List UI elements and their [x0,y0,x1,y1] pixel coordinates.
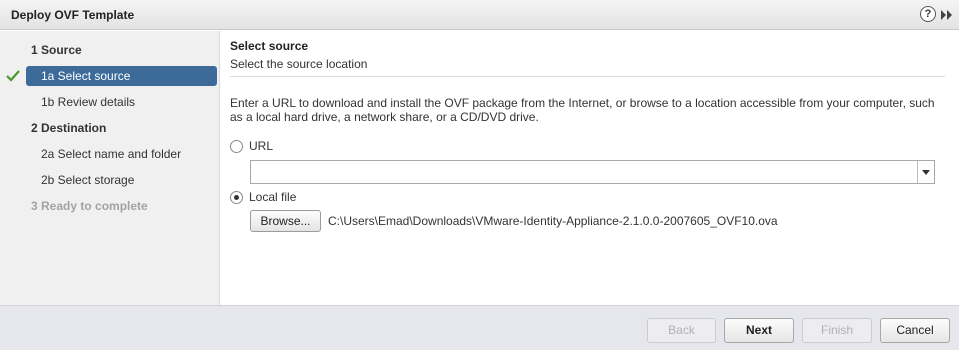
footer-bar: Back Next Finish Cancel [0,305,959,350]
browse-button[interactable]: Browse... [250,210,321,232]
step-label: 1 Source [31,43,82,57]
step-select-storage[interactable]: 2b Select storage [0,170,220,190]
page-title: Select source [230,39,309,53]
page-subtitle: Select the source location [230,57,368,71]
finish-button[interactable]: Finish [802,318,872,343]
step-select-source[interactable]: 1a Select source [0,66,220,86]
step-label: 2 Destination [31,121,107,135]
step-label: 2b Select storage [41,173,135,187]
step-ready-to-complete: 3 Ready to complete [0,196,220,216]
cancel-button[interactable]: Cancel [880,318,950,343]
window-title: Deploy OVF Template [11,8,135,22]
help-icon[interactable]: ? [920,6,936,22]
wizard-steps-sidebar: 1 Source 1a Select source 1b Review deta… [0,31,220,305]
step-label: 2a Select name and folder [41,147,182,161]
step-review-details[interactable]: 1b Review details [0,92,220,112]
url-combobox[interactable] [250,160,935,184]
divider [230,76,945,77]
back-button[interactable]: Back [647,318,716,343]
step-label: 1b Review details [41,95,136,109]
selected-file-path: C:\Users\Emad\Downloads\VMware-Identity-… [328,214,778,228]
step-destination[interactable]: 2 Destination [0,118,220,138]
checkmark-icon [6,70,20,82]
next-button[interactable]: Next [724,318,794,343]
main-content: Select source Select the source location… [221,31,959,305]
url-input[interactable] [251,161,918,183]
url-radio[interactable] [230,140,243,153]
chevron-down-icon[interactable] [917,161,934,183]
local-file-radio[interactable] [230,191,243,204]
local-file-radio-label[interactable]: Local file [249,190,296,204]
instructions-text: Enter a URL to download and install the … [230,96,935,124]
title-bar: Deploy OVF Template ? [0,0,959,30]
step-select-name-and-folder[interactable]: 2a Select name and folder [0,144,220,164]
step-source[interactable]: 1 Source [0,40,220,60]
step-label: 1a Select source [41,69,131,83]
step-label: 3 Ready to complete [31,199,148,213]
expand-icon[interactable] [940,9,954,21]
url-radio-label[interactable]: URL [249,139,273,153]
